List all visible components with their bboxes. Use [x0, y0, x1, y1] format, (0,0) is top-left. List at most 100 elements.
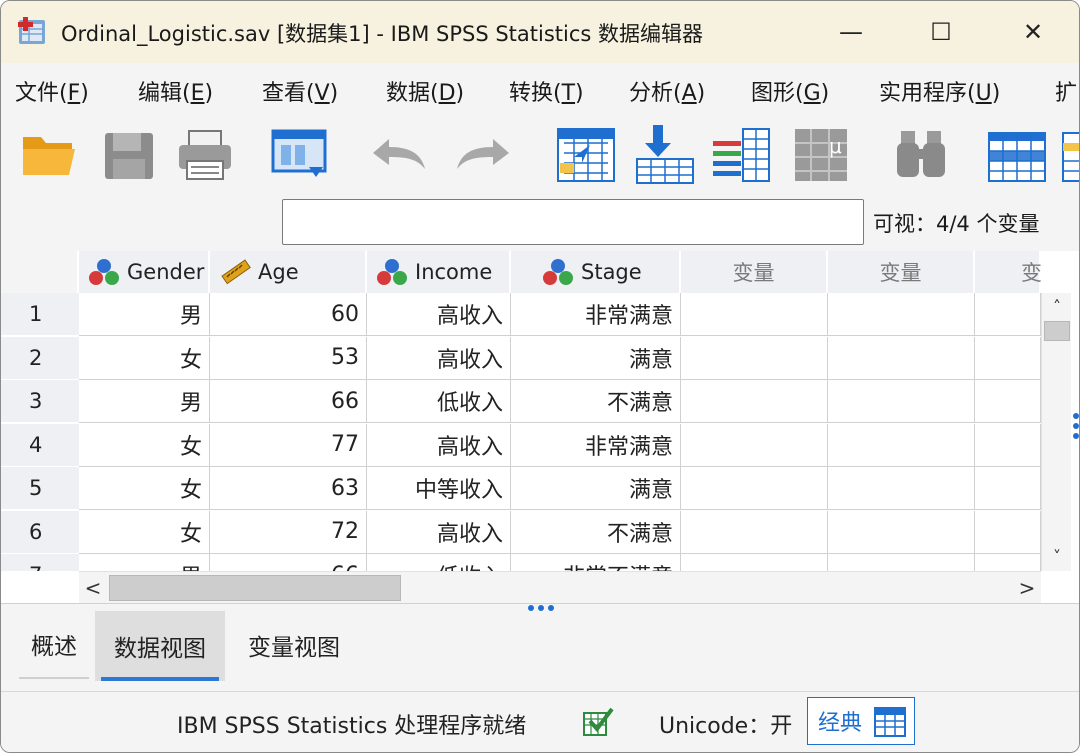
scroll-down-button[interactable]: ˅: [1046, 545, 1068, 567]
goto-case-icon[interactable]: [554, 123, 618, 187]
scroll-left-button[interactable]: <: [81, 576, 105, 600]
row-header[interactable]: 5: [1, 467, 79, 510]
table-cell[interactable]: 女: [79, 510, 210, 554]
table-cell[interactable]: [681, 554, 828, 571]
table-cell[interactable]: [681, 380, 828, 423]
table-cell[interactable]: 72: [210, 510, 367, 554]
row-header[interactable]: 7: [1, 554, 79, 571]
table-cell[interactable]: [828, 293, 975, 336]
menu-extensions[interactable]: 扩: [1055, 75, 1077, 107]
row-header[interactable]: 3: [1, 380, 79, 423]
table-cell[interactable]: 中等收入: [367, 467, 511, 510]
table-cell[interactable]: 高收入: [367, 510, 511, 554]
table-cell[interactable]: 高收入: [367, 293, 511, 336]
table-cell[interactable]: 满意: [511, 467, 681, 510]
undo-icon[interactable]: [367, 123, 431, 187]
menu-analyze[interactable]: 分析(A): [629, 75, 705, 107]
table-cell[interactable]: [828, 554, 975, 571]
table-cell[interactable]: [975, 380, 1041, 423]
table-cell[interactable]: [828, 336, 975, 380]
horizontal-scrollbar[interactable]: < >: [79, 571, 1041, 603]
scroll-right-button[interactable]: >: [1015, 576, 1039, 600]
column-header-income[interactable]: Income: [367, 251, 511, 293]
side-panel-handle-icon[interactable]: [1072, 411, 1080, 441]
table-cell[interactable]: 53: [210, 336, 367, 380]
maximize-button[interactable]: ☐: [921, 15, 961, 49]
menu-file[interactable]: 文件(F): [15, 75, 89, 107]
minimize-button[interactable]: —: [831, 15, 871, 49]
table-cell[interactable]: [975, 467, 1041, 510]
vertical-scrollbar[interactable]: ˄ ˅: [1041, 293, 1071, 571]
table-cell[interactable]: 66: [210, 380, 367, 423]
insert-variable-icon[interactable]: [1061, 123, 1080, 187]
menu-edit[interactable]: 编辑(E): [138, 75, 213, 107]
dialog-recall-icon[interactable]: [267, 123, 331, 187]
table-cell[interactable]: [828, 423, 975, 467]
table-cell[interactable]: [828, 467, 975, 510]
column-header-age[interactable]: Age: [210, 251, 367, 293]
tab-data-view[interactable]: 数据视图: [95, 611, 225, 681]
table-cell[interactable]: [975, 423, 1041, 467]
menu-utilities[interactable]: 实用程序(U): [879, 75, 1000, 107]
open-folder-icon[interactable]: [17, 123, 81, 187]
table-cell[interactable]: [828, 380, 975, 423]
table-cell[interactable]: [681, 467, 828, 510]
print-icon[interactable]: [173, 123, 237, 187]
column-header-var-5[interactable]: 变量: [681, 251, 828, 293]
column-header-stage[interactable]: Stage: [511, 251, 681, 293]
redo-icon[interactable]: [451, 123, 515, 187]
table-cell[interactable]: 男: [79, 380, 210, 423]
tab-variable-view[interactable]: 变量视图: [229, 611, 359, 679]
table-cell[interactable]: [975, 293, 1041, 336]
table-cell[interactable]: 男: [79, 293, 210, 336]
scroll-up-button[interactable]: ˄: [1046, 295, 1068, 317]
classic-mode-button[interactable]: 经典: [807, 697, 915, 745]
table-cell[interactable]: 77: [210, 423, 367, 467]
table-cell[interactable]: 高收入: [367, 423, 511, 467]
table-cell[interactable]: [975, 554, 1041, 571]
table-cell[interactable]: 非常满意: [511, 423, 681, 467]
column-header-gender[interactable]: Gender: [79, 251, 210, 293]
table-cell[interactable]: [975, 510, 1041, 554]
menu-view[interactable]: 查看(V): [262, 75, 338, 107]
row-header[interactable]: 2: [1, 336, 79, 380]
row-header[interactable]: 4: [1, 423, 79, 467]
table-cell[interactable]: 不满意: [511, 380, 681, 423]
row-header[interactable]: 1: [1, 293, 79, 336]
table-cell[interactable]: 63: [210, 467, 367, 510]
column-header-var-7[interactable]: 变: [975, 251, 1041, 293]
table-cell[interactable]: 低收入: [367, 554, 511, 571]
row-header[interactable]: 6: [1, 510, 79, 554]
table-cell[interactable]: 非常满意: [511, 293, 681, 336]
table-cell[interactable]: 66: [210, 554, 367, 571]
menu-data[interactable]: 数据(D): [386, 75, 464, 107]
grid-corner[interactable]: [1, 251, 79, 293]
table-cell[interactable]: 非常不满意: [511, 554, 681, 571]
table-cell[interactable]: [681, 293, 828, 336]
table-cell[interactable]: 女: [79, 467, 210, 510]
table-cell[interactable]: [681, 510, 828, 554]
table-cell[interactable]: 女: [79, 336, 210, 380]
vertical-scroll-thumb[interactable]: [1044, 321, 1070, 341]
goto-variable-icon[interactable]: [633, 123, 697, 187]
menu-graphs[interactable]: 图形(G): [751, 75, 829, 107]
close-button[interactable]: ✕: [1013, 15, 1053, 49]
table-cell[interactable]: 高收入: [367, 336, 511, 380]
column-header-var-6[interactable]: 变量: [828, 251, 975, 293]
variables-icon[interactable]: [709, 123, 773, 187]
cell-value-input[interactable]: [282, 199, 864, 245]
table-cell[interactable]: 满意: [511, 336, 681, 380]
save-icon[interactable]: [97, 123, 161, 187]
insert-cases-icon[interactable]: [985, 123, 1049, 187]
pane-splitter[interactable]: [1, 603, 1079, 611]
table-cell[interactable]: [828, 510, 975, 554]
table-cell[interactable]: 60: [210, 293, 367, 336]
tab-overview[interactable]: 概述: [19, 611, 89, 679]
table-cell[interactable]: [681, 336, 828, 380]
run-descriptives-icon[interactable]: μ: [789, 123, 853, 187]
horizontal-scroll-thumb[interactable]: [109, 575, 401, 601]
table-cell[interactable]: [681, 423, 828, 467]
table-cell[interactable]: 女: [79, 423, 210, 467]
table-cell[interactable]: [975, 336, 1041, 380]
table-cell[interactable]: 不满意: [511, 510, 681, 554]
